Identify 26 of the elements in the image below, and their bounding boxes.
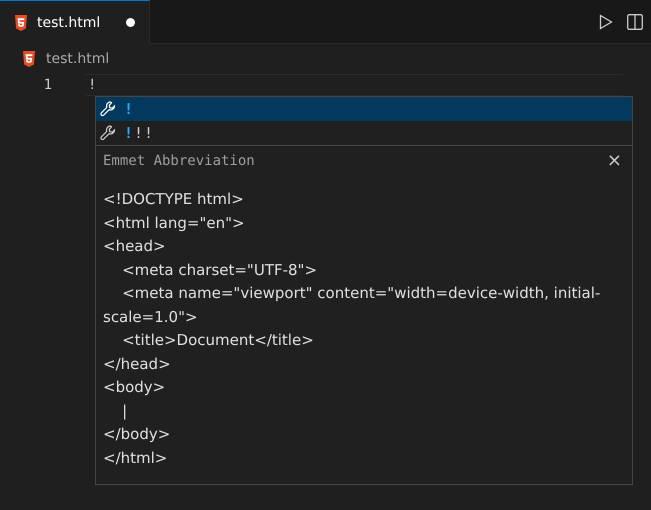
split-editor-icon[interactable] xyxy=(627,14,643,30)
suggestion-item[interactable]: ! xyxy=(96,97,632,121)
code-line[interactable]: ! xyxy=(86,74,623,96)
code-preview-line: </html> xyxy=(103,448,168,468)
code-preview-line: <html lang="en"> xyxy=(103,212,246,234)
close-button[interactable]: × xyxy=(606,152,625,170)
code-preview-line: <meta name="viewport" content="width=device-width, initial-scale=1.0"> xyxy=(103,283,602,328)
code-preview-line: <body> xyxy=(103,377,166,398)
html5-icon xyxy=(22,51,36,67)
code-preview-line: </body> xyxy=(103,424,172,445)
code-preview-line: </head> xyxy=(103,354,172,374)
breadcrumb-item[interactable]: test.html xyxy=(46,51,110,67)
line-number: 1 xyxy=(42,77,52,93)
unsaved-dot[interactable] xyxy=(126,18,135,27)
details-title: Emmet Abbreviation xyxy=(103,153,255,169)
wrench-icon xyxy=(100,101,116,117)
code-preview-line: | xyxy=(121,400,128,422)
editor-tab[interactable]: test.html xyxy=(0,0,150,44)
wrench-icon xyxy=(100,125,116,141)
code-preview-line: <meta charset="UTF-8"> xyxy=(121,260,318,280)
run-icon[interactable] xyxy=(599,14,613,30)
suggestion-item[interactable]: !!! xyxy=(96,121,632,145)
html5-icon xyxy=(14,14,28,30)
code-preview-line: <!DOCTYPE html> xyxy=(103,189,245,210)
code-preview-line: <title>Document</title> xyxy=(121,330,315,351)
code-preview-line: <head> xyxy=(103,236,167,257)
